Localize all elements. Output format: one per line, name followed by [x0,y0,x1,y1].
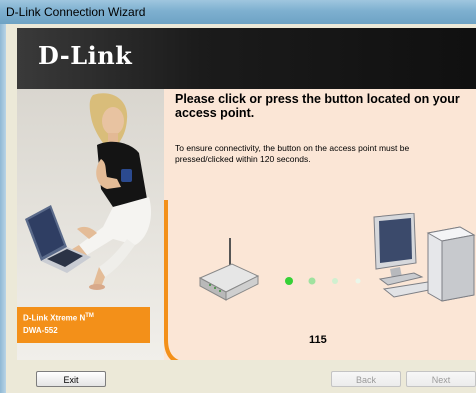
access-point-icon [198,238,260,301]
exit-button[interactable]: Exit [36,371,106,387]
back-button[interactable]: Back [331,371,401,387]
progress-dot-2 [308,277,316,285]
product-label-box: D-Link Xtreme NTM DWA-552 [17,307,150,343]
product-name: D-Link Xtreme NTM [23,313,94,323]
trademark-mark: TM [85,313,94,319]
window-title: D-Link Connection Wizard [6,5,146,19]
progress-dot-4 [355,278,361,284]
instruction-heading: Please click or press the button located… [175,92,460,120]
header-banner: D-Link [17,28,476,89]
next-button[interactable]: Next [406,371,476,387]
title-bar[interactable]: D-Link Connection Wizard [0,0,476,24]
dlink-logo: D-Link [38,41,133,70]
connection-progress-dots [285,277,361,285]
product-name-text: D-Link Xtreme N [23,313,86,323]
computer-icon [373,213,476,302]
progress-dot-3 [332,278,338,284]
instruction-text: To ensure connectivity, the button on th… [175,143,410,164]
window-border-left [0,24,6,393]
countdown-timer: 115 [309,334,327,346]
progress-dot-1 [285,277,293,285]
product-model: DWA-552 [23,326,58,335]
